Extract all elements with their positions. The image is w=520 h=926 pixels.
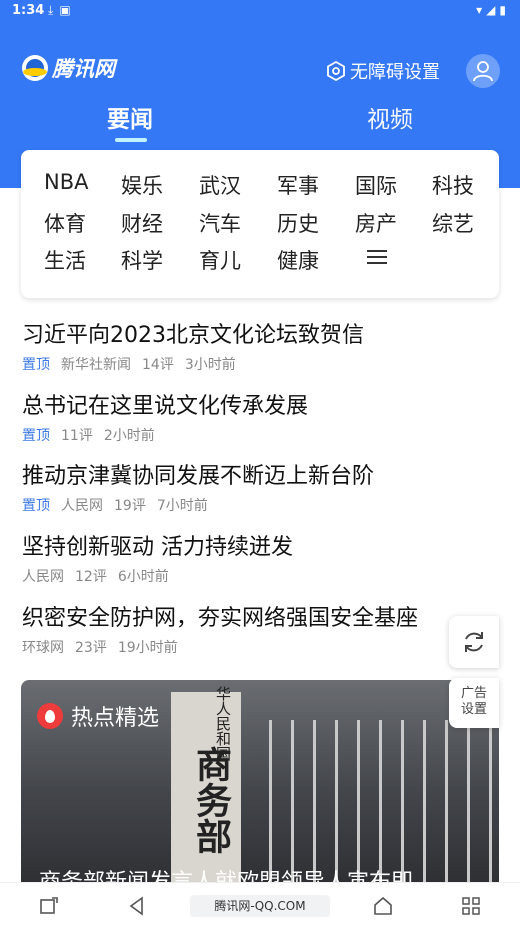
back-icon[interactable] <box>126 895 148 917</box>
ad-settings-line2: 设置 <box>460 702 487 717</box>
tencent-logo: 腾讯网 <box>22 52 115 84</box>
channel-auto[interactable]: 汽车 <box>199 208 269 238</box>
refresh-icon <box>465 632 483 652</box>
channel-health[interactable]: 健康 <box>277 245 347 275</box>
news-time: 6小时前 <box>117 569 169 585</box>
pinned-badge: 置顶 <box>22 357 50 373</box>
system-icons: ▾◢▮ <box>476 3 510 17</box>
channel-science[interactable]: 科学 <box>121 245 191 275</box>
active-tab-indicator <box>115 138 147 142</box>
news-item[interactable]: 坚持创新驱动 活力持续迸发 人民网 12评 6小时前 <box>22 532 492 586</box>
news-source: 人民网 <box>22 569 64 585</box>
comment-count: 19评 <box>114 498 146 514</box>
signal-icon: ◢ <box>486 3 500 17</box>
news-meta: 置顶 人民网 19评 7小时前 <box>22 495 492 515</box>
pinned-badge: 置顶 <box>22 428 50 444</box>
channel-finance[interactable]: 财经 <box>121 208 191 238</box>
ad-settings-button[interactable]: 广告 设置 <box>449 678 499 728</box>
flame-icon <box>37 703 63 729</box>
download-icon: ⤓ <box>48 3 60 17</box>
comment-count: 12评 <box>75 569 107 585</box>
hot-picks-label: 热点精选 <box>71 706 160 731</box>
user-avatar[interactable] <box>466 54 500 88</box>
news-meta: 环球网 23评 19小时前 <box>22 637 492 657</box>
channel-variety[interactable]: 综艺 <box>432 208 502 238</box>
gate-image <box>261 720 499 882</box>
sign-text: 商务部 <box>190 746 232 854</box>
battery-icon: ▮ <box>499 3 510 17</box>
comment-count: 23评 <box>75 640 107 656</box>
status-bar: 1:34 ⤓▣ ▾◢▮ <box>0 0 520 24</box>
home-icon[interactable] <box>372 895 394 917</box>
channel-grid: NBA 娱乐 武汉 军事 国际 科技 体育 财经 汽车 历史 房产 综艺 生活 … <box>21 150 499 298</box>
channel-entertainment[interactable]: 娱乐 <box>121 170 191 200</box>
channel-international[interactable]: 国际 <box>355 170 425 200</box>
news-item[interactable]: 习近平向2023北京文化论坛致贺信 置顶 新华社新闻 14评 3小时前 <box>22 320 492 374</box>
ad-settings-line1: 广告 <box>460 686 487 701</box>
channel-wuhan[interactable]: 武汉 <box>199 170 269 200</box>
comment-count: 11评 <box>61 428 93 444</box>
channel-realestate[interactable]: 房产 <box>355 208 425 238</box>
recent-apps-icon[interactable] <box>38 895 60 917</box>
news-item[interactable]: 推动京津冀协同发展不断迈上新台阶 置顶 人民网 19评 7小时前 <box>22 461 492 515</box>
news-meta: 人民网 12评 6小时前 <box>22 566 492 586</box>
refresh-button[interactable] <box>449 616 499 668</box>
news-source: 环球网 <box>22 640 64 656</box>
tab-news[interactable]: 要闻 <box>100 100 160 136</box>
tab-video[interactable]: 视频 <box>360 100 420 136</box>
channel-military[interactable]: 军事 <box>277 170 347 200</box>
news-source: 新华社新闻 <box>61 357 131 373</box>
a-icon: ▣ <box>59 3 77 17</box>
hexagon-settings-icon <box>327 61 345 81</box>
news-meta: 置顶 11评 2小时前 <box>22 425 492 445</box>
app-grid-icon[interactable] <box>460 895 482 917</box>
bottom-navigation-bar: 腾讯网-QQ.COM <box>0 882 520 926</box>
hot-picks-card[interactable]: 华人民和国 商务部 热点精选 商务部新闻发言人就欧盟领导人宣布即 <box>21 680 499 882</box>
accessibility-label: 无障碍设置 <box>350 62 440 83</box>
notification-icons: ⤓▣ <box>48 3 77 18</box>
status-time: 1:34 <box>12 3 45 18</box>
news-time: 3小时前 <box>184 357 236 373</box>
more-channels-menu-icon[interactable] <box>367 246 389 268</box>
pinned-badge: 置顶 <box>22 498 50 514</box>
news-time: 19小时前 <box>117 640 178 656</box>
channel-sports[interactable]: 体育 <box>44 208 114 238</box>
news-title: 习近平向2023北京文化论坛致贺信 <box>22 323 364 348</box>
logo-text: 腾讯网 <box>52 57 115 81</box>
wifi-icon: ▾ <box>476 3 487 17</box>
accessibility-settings-button[interactable]: 无障碍设置 <box>326 56 440 86</box>
news-title: 推动京津冀协同发展不断迈上新台阶 <box>22 464 375 489</box>
news-meta: 置顶 新华社新闻 14评 3小时前 <box>22 354 492 374</box>
hot-picks-caption: 商务部新闻发言人就欧盟领导人宣布即 <box>39 864 413 882</box>
channel-tech[interactable]: 科技 <box>432 170 502 200</box>
channel-nba[interactable]: NBA <box>44 170 114 200</box>
url-label[interactable]: 腾讯网-QQ.COM <box>190 895 330 917</box>
news-item[interactable]: 总书记在这里说文化传承发展 置顶 11评 2小时前 <box>22 391 492 445</box>
news-source: 人民网 <box>61 498 103 514</box>
channel-parenting[interactable]: 育儿 <box>199 245 269 275</box>
news-title: 坚持创新驱动 活力持续迸发 <box>22 535 293 560</box>
news-time: 2小时前 <box>103 428 155 444</box>
news-time: 7小时前 <box>156 498 208 514</box>
channel-life[interactable]: 生活 <box>44 245 114 275</box>
comment-count: 14评 <box>142 357 174 373</box>
user-icon <box>473 61 493 82</box>
logo-icon <box>22 55 48 81</box>
channel-history[interactable]: 历史 <box>277 208 347 238</box>
news-title: 织密安全防护网，夯实网络强国安全基座 <box>22 606 419 631</box>
news-item[interactable]: 织密安全防护网，夯实网络强国安全基座 环球网 23评 19小时前 <box>22 603 492 657</box>
hot-picks-header: 热点精选 <box>37 700 159 732</box>
news-title: 总书记在这里说文化传承发展 <box>22 394 309 419</box>
